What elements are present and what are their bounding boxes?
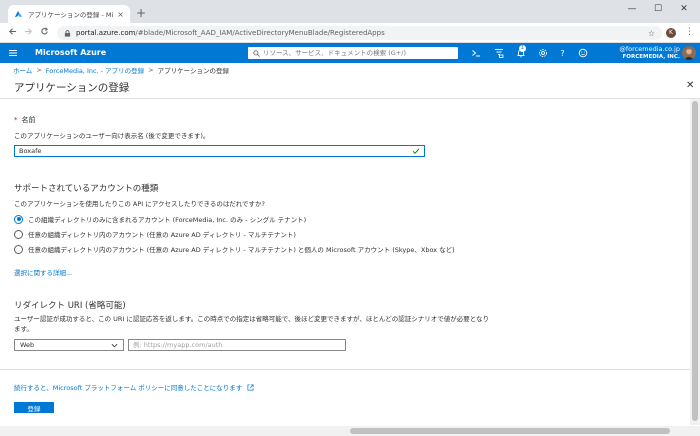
radio-option-single-tenant[interactable]: この組織ディレクトリのみに含まれるアカウント (ForceMedia, Inc.… — [14, 214, 306, 224]
redirect-description-line2: ます。 — [14, 325, 33, 333]
vertical-scroll-thumb[interactable] — [692, 101, 698, 421]
radio-label: 任意の組織ディレクトリ内のアカウント (任意の Azure AD ディレクトリ … — [28, 246, 455, 254]
radio-label: この組織ディレクトリのみに含まれるアカウント (ForceMedia, Inc.… — [28, 216, 307, 224]
help-question-icon[interactable]: ? — [557, 48, 568, 59]
feedback-smiley-icon[interactable] — [577, 48, 588, 59]
window-close-icon[interactable]: ✕ — [674, 4, 694, 14]
forward-arrow-icon[interactable] — [22, 27, 34, 39]
azure-brand[interactable]: Microsoft Azure — [35, 48, 106, 57]
horizontal-scroll-thumb[interactable] — [350, 428, 670, 434]
title-divider — [0, 98, 700, 99]
radio-button[interactable] — [14, 244, 23, 254]
footer-divider — [0, 369, 700, 370]
platform-select[interactable]: Web — [14, 339, 124, 351]
user-avatar[interactable] — [682, 46, 696, 60]
breadcrumb-separator: > — [148, 66, 154, 74]
cloud-shell-icon[interactable] — [470, 48, 481, 59]
name-input[interactable] — [19, 147, 412, 155]
radio-button[interactable] — [14, 229, 23, 239]
breadcrumb: ホーム > ForceMedia, Inc. - アプリの登録 > アプリケーシ… — [13, 65, 229, 75]
register-button[interactable]: 登録 — [14, 402, 54, 413]
account-email: @forcemedia.co.jp — [619, 45, 680, 53]
browser-menu-icon[interactable]: ⋮ — [685, 27, 694, 37]
name-field[interactable] — [14, 145, 425, 157]
redirect-uri-input[interactable] — [133, 341, 341, 349]
chevron-down-icon — [111, 343, 118, 347]
radio-option-multi-tenant[interactable]: 任意の組織ディレクトリ内のアカウント (任意の Azure AD ディレクトリ … — [14, 229, 296, 239]
azure-favicon-icon — [14, 10, 23, 17]
account-types-question: このアプリケーションを使用したりこの API にアクセスしたりできるのはだれです… — [14, 200, 265, 208]
directory-filter-icon[interactable] — [493, 48, 504, 59]
notification-count-badge: 1 — [519, 45, 526, 52]
platform-value: Web — [20, 341, 35, 349]
name-description: このアプリケーションのユーザー向け表示名 (後で変更できます)。 — [14, 132, 210, 140]
browser-tabstrip: アプリケーションの登録 - Microsoft A × + — ☐ ✕ — [0, 0, 700, 23]
window-minimize-icon[interactable]: — — [622, 4, 642, 14]
url-text: portal.azure.com/#blade/Microsoft_AAD_IA… — [76, 29, 385, 37]
external-link-icon — [247, 384, 254, 391]
breadcrumb-home-link[interactable]: ホーム — [13, 65, 32, 75]
redirect-uri-field[interactable] — [128, 339, 346, 351]
name-label: * 名前 — [14, 116, 36, 124]
blade-close-icon[interactable]: ✕ — [686, 80, 694, 91]
azure-header: Microsoft Azure 1 ? @forcemedia.co.jp FO… — [0, 43, 700, 63]
browser-tab[interactable]: アプリケーションの登録 - Microsoft A × — [8, 5, 130, 23]
page-title: アプリケーションの登録 — [14, 82, 130, 94]
profile-avatar[interactable]: K — [666, 28, 676, 38]
back-arrow-icon[interactable] — [6, 27, 18, 39]
account-info[interactable]: @forcemedia.co.jp FORCEMEDIA, INC. — [588, 45, 680, 61]
new-tab-button[interactable]: + — [135, 7, 147, 20]
lock-icon — [64, 29, 71, 37]
required-mark: * — [14, 116, 18, 124]
settings-gear-icon[interactable] — [537, 48, 548, 59]
valid-checkmark-icon — [412, 148, 420, 155]
account-types-title: サポートされているアカウントの種類 — [14, 184, 159, 194]
platform-policy-link[interactable]: 続行すると、Microsoft プラットフォーム ポリシーに同意したことになりま… — [14, 382, 254, 392]
radio-button-selected[interactable] — [14, 214, 23, 224]
azure-search-input[interactable] — [263, 49, 453, 57]
reload-icon[interactable] — [38, 27, 50, 39]
radio-option-multi-tenant-personal[interactable]: 任意の組織ディレクトリ内のアカウント (任意の Azure AD ディレクトリ … — [14, 244, 455, 254]
breadcrumb-separator: > — [36, 66, 42, 74]
hamburger-menu-icon[interactable] — [8, 48, 18, 58]
address-bar[interactable]: portal.azure.com/#blade/Microsoft_AAD_IA… — [57, 26, 662, 40]
redirect-title: リダイレクト URI (省略可能) — [14, 301, 126, 311]
tab-title: アプリケーションの登録 - Microsoft A — [28, 11, 114, 19]
account-org: FORCEMEDIA, INC. — [622, 54, 680, 60]
breadcrumb-current: アプリケーションの登録 — [157, 67, 229, 75]
redirect-description-line1: ユーザー認証が成功すると、この URI に認証応答を返します。この時点での指定は… — [14, 315, 490, 323]
browser-toolbar: portal.azure.com/#blade/Microsoft_AAD_IA… — [0, 23, 700, 43]
vertical-scrollbar[interactable] — [690, 99, 700, 425]
radio-label: 任意の組織ディレクトリ内のアカウント (任意の Azure AD ディレクトリ … — [28, 231, 296, 239]
help-choosing-link[interactable]: 選択に関する詳細... — [14, 267, 72, 277]
tab-close-icon[interactable]: × — [117, 10, 124, 19]
bookmark-star-icon[interactable]: ☆ — [648, 29, 655, 38]
search-icon — [253, 49, 260, 57]
breadcrumb-tenant-link[interactable]: ForceMedia, Inc. - アプリの登録 — [46, 65, 144, 75]
horizontal-scrollbar[interactable] — [0, 426, 700, 436]
window-maximize-icon[interactable]: ☐ — [648, 4, 668, 14]
azure-search-box[interactable] — [248, 47, 458, 59]
